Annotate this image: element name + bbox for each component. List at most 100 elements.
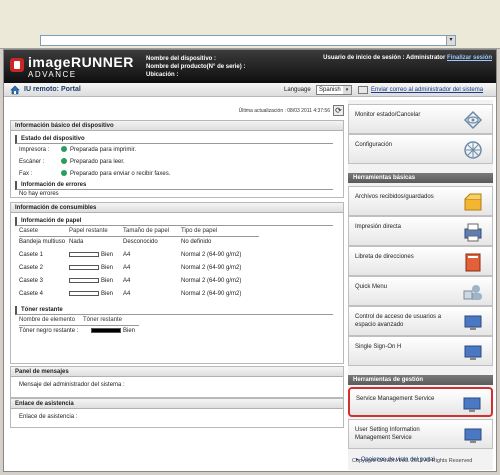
main-content: Última actualización : 08/03 2011 4:37:5… [10, 100, 344, 470]
button-label: Configuración [355, 142, 393, 148]
paper-row-remaining: Nada [69, 239, 84, 245]
paper-row-cassette: Casete 4 [19, 291, 44, 297]
paper-level-bar [69, 290, 99, 296]
button-label: Service Management Service [356, 396, 435, 402]
quick-menu-button[interactable]: Quick Menu [348, 276, 493, 306]
paper-row-cassette: Casete 1 [19, 252, 44, 258]
chevron-down-icon[interactable]: ▾ [446, 36, 455, 45]
basic-tools-header: Herramientas básicas [348, 173, 493, 183]
support-link-label: Enlace de asistencia : [19, 414, 78, 420]
paper-row-cassette: Bandeja multiuso [19, 239, 66, 245]
monitor-icon [464, 428, 482, 443]
product-name-label: Nombre del producto(N° de serie) : [146, 64, 246, 70]
paper-title: Información de papel [15, 217, 333, 226]
mail-admin-link[interactable]: Enviar correo al administrador del siste… [371, 87, 483, 93]
section-title: Información de consumibles [11, 203, 343, 213]
management-tools-header: Herramientas de gestión [348, 375, 493, 385]
status-fax-name: Fax : [19, 171, 33, 177]
logo-title: imageRUNNER [28, 54, 134, 70]
section-title: Información básico del dispositivo [11, 121, 343, 131]
status-printer-value: Preparada para imprimir. [70, 147, 137, 153]
paper-row-size: A4 [123, 265, 131, 271]
device-name-label: Nombre del dispositivo : [146, 56, 217, 62]
service-management-button[interactable]: Service Management Service [348, 387, 493, 417]
basic-info-section: Información básico del dispositivo Estad… [10, 120, 344, 198]
button-label: Impresión directa [355, 224, 402, 230]
printer-icon [464, 223, 482, 242]
toner-header-name: Nombre de elemento [19, 317, 76, 323]
paper-row-cassette: Casete 2 [19, 265, 44, 271]
header: imageRUNNER ADVANCE Nombre del dispositi… [4, 50, 496, 83]
home-icon[interactable] [10, 85, 20, 95]
logout-link[interactable]: Finalizar sesión [447, 55, 492, 61]
paper-remaining-text: Bien [101, 265, 114, 271]
paper-row-type: Normal 2 (64-90 g/m2) [181, 278, 242, 284]
paper-row-size: A4 [123, 291, 131, 297]
toner-title: Tóner restante [15, 306, 333, 315]
toner-row-name: Tóner negro restante : [19, 328, 79, 334]
errors-title: Información de errores [15, 181, 333, 190]
settings-button[interactable]: Configuración [348, 134, 493, 164]
paper-header-size: Tamaño de papel [123, 228, 170, 234]
box-icon [464, 193, 482, 211]
single-sign-on-button[interactable]: Single Sign-On H [348, 336, 493, 366]
consumables-section: Información de consumibles Información d… [10, 202, 344, 364]
paper-row-remaining: Bien [69, 264, 113, 272]
status-fax: Preparado para enviar o recibir faxes. [61, 170, 170, 178]
monitor-icon [463, 397, 481, 412]
address-book-icon [465, 253, 481, 272]
paper-header-remaining: Papel restante [69, 228, 108, 234]
paper-remaining-text: Bien [101, 252, 114, 258]
status-scanner: Preparado para leer. [61, 158, 125, 166]
chevron-down-icon: ▾ [343, 86, 351, 94]
refresh-icon[interactable]: ⟳ [333, 105, 344, 116]
button-label: Quick Menu [355, 284, 388, 290]
support-section: Enlace de asistencia Enlace de asistenci… [10, 398, 344, 428]
ready-icon [61, 170, 67, 177]
table-divider [19, 325, 139, 326]
received-files-button[interactable]: Archivos recibidos/guardados [348, 186, 493, 216]
last-update: Última actualización : 08/03 2011 4:37:5… [238, 108, 330, 114]
user-access-control-button[interactable]: Control de acceso de usuarios a espacio … [348, 306, 493, 336]
paper-header-cassette: Casete [19, 228, 39, 234]
language-value: Spanish [319, 87, 341, 93]
toner-row-remaining: Bien [91, 327, 135, 335]
status-monitor-button[interactable]: Monitor estado/Cancelar [348, 104, 493, 134]
user-setting-management-button[interactable]: User Setting Information Management Serv… [348, 419, 493, 449]
status-fax-value: Preparado para enviar o recibir faxes. [70, 171, 171, 177]
sidebar: Monitor estado/Cancelar Configuración He… [348, 100, 493, 470]
user-label: Usuario de inicio de sesión : Administra… [323, 55, 446, 61]
paper-remaining-text: Bien [101, 278, 114, 284]
paper-row-size: A4 [123, 278, 131, 284]
button-label: Archivos recibidos/guardados [355, 194, 434, 200]
paper-row-size: A4 [123, 252, 131, 258]
status-title: Estado del dispositivo [15, 135, 333, 144]
paper-remaining-text: Bien [101, 291, 114, 297]
paper-row-size: Desconocido [123, 239, 158, 245]
address-book-button[interactable]: Libreta de direcciones [348, 246, 493, 276]
language-select[interactable]: Spanish ▾ [316, 85, 352, 95]
canon-logo-icon [10, 58, 24, 72]
toner-header-remaining: Tóner restante [83, 317, 123, 323]
direct-print-button[interactable]: Impresión directa [348, 216, 493, 246]
remote-ui-page: imageRUNNER ADVANCE Nombre del dispositi… [3, 49, 497, 472]
paper-row-remaining: Bien [69, 277, 113, 285]
toner-remaining-text: Bien [123, 328, 136, 334]
monitor-icon [464, 345, 482, 360]
section-title: Panel de mensajes [11, 367, 343, 377]
status-printer: Preparada para imprimir. [61, 146, 136, 154]
device-info: Nombre del dispositivo : Nombre del prod… [146, 55, 245, 79]
button-label: User Setting Information Management Serv… [355, 427, 420, 441]
paper-level-bar [69, 264, 99, 270]
location-label: Ubicación : [146, 72, 179, 78]
status-scanner-name: Escáner : [19, 159, 45, 165]
section-title: Enlace de asistencia [11, 399, 343, 409]
button-label: Monitor estado/Cancelar [355, 112, 421, 118]
button-label: Libreta de direcciones [355, 254, 414, 260]
messages-section: Panel de mensajes Mensaje del administra… [10, 366, 344, 398]
quick-menu-icon [463, 285, 482, 300]
paper-row-type: Normal 2 (64-90 g/m2) [181, 265, 242, 271]
ready-icon [61, 158, 67, 165]
address-bar[interactable]: ▾ [40, 35, 456, 46]
paper-row-remaining: Bien [69, 251, 113, 259]
